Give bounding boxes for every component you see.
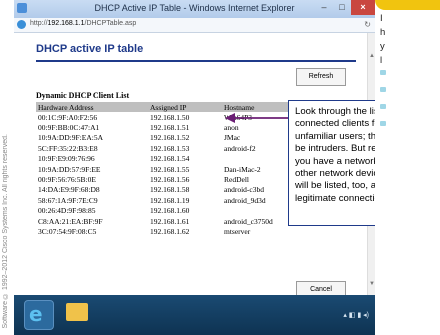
assigned-ip-cell: 192.168.1.56	[150, 175, 190, 185]
assigned-ip-cell: 192.168.1.58	[150, 185, 190, 195]
ie-icon	[17, 3, 27, 13]
ie-icon: e	[29, 302, 43, 326]
column-header: Hardware Address	[36, 102, 148, 112]
hardware-address-cell: 3C:07:54:9F:08:C5	[38, 226, 97, 236]
scroll-up-icon[interactable]: ▲	[368, 53, 375, 59]
url-path: /DHCPTable.asp	[84, 20, 137, 27]
url-prefix: http://	[30, 20, 48, 27]
address-url[interactable]: http://192.168.1.1/DHCPTable.asp	[30, 20, 136, 27]
taskbar: e ▴ ◧ ▮ ◂)	[14, 295, 375, 335]
folder-icon[interactable]	[66, 303, 88, 321]
bullet-icon	[380, 70, 386, 75]
header-divider	[36, 60, 356, 62]
assigned-ip-cell: 192.168.1.50	[150, 112, 190, 122]
sidebar-bullets	[380, 70, 386, 138]
sidebar-line: I	[380, 13, 383, 24]
sidebar-tab	[375, 0, 440, 10]
refresh-button[interactable]: Refresh	[296, 68, 346, 86]
assigned-ip-cell: 192.168.1.54	[150, 154, 190, 164]
assigned-ip-cell: 192.168.1.53	[150, 143, 190, 153]
ie-icon	[17, 20, 26, 29]
maximize-button[interactable]: □	[333, 0, 351, 15]
sidebar-line: l	[380, 55, 383, 66]
hardware-address-cell: 00:26:4D:9F:98:85	[38, 206, 96, 216]
list-title: Dynamic DHCP Client List	[36, 91, 130, 100]
sidebar-line: h	[380, 27, 386, 38]
hardware-address-cell: 14:DA:E9:9F:68:D8	[38, 185, 100, 195]
address-bar[interactable]: http://192.168.1.1/DHCPTable.asp ↻	[14, 18, 375, 33]
url-host: 192.168.1.1	[47, 20, 85, 27]
copyright-text: Software © 1992–2012 Cisco Systems Inc. …	[2, 134, 9, 329]
refresh-icon[interactable]: ↻	[364, 20, 371, 29]
scroll-down-icon[interactable]: ▼	[368, 281, 375, 287]
system-tray[interactable]: ▴ ◧ ▮ ◂)	[343, 311, 369, 319]
hardware-address-cell: 00:9F:56:76:5B:0E	[38, 175, 96, 185]
hardware-address-cell: 10:9A:DD:57:9F:EE	[38, 164, 101, 174]
hostname-cell: mtserver	[224, 226, 251, 236]
assigned-ip-cell: 192.168.1.19	[150, 195, 190, 205]
assigned-ip-cell: 192.168.1.55	[150, 164, 190, 174]
hardware-address-cell: 58:67:1A:9F:7E:C9	[38, 195, 98, 205]
hardware-address-cell: 10:9A:DD:9F:EA:5A	[38, 133, 104, 143]
assigned-ip-cell: 192.168.1.52	[150, 133, 190, 143]
sidebar-panel: I h y l	[375, 0, 440, 335]
ie-taskbar-button[interactable]: e	[24, 300, 54, 330]
assigned-ip-cell: 192.168.1.62	[150, 226, 190, 236]
table-row: 3C:07:54:9F:08:C5 192.168.1.62 mtserver	[36, 226, 356, 236]
bullet-icon	[380, 104, 386, 109]
bullet-icon	[380, 87, 386, 92]
title-bar: DHCP Active IP Table - Windows Internet …	[14, 0, 375, 18]
column-header: Assigned IP	[148, 102, 222, 112]
assigned-ip-cell: 192.168.1.51	[150, 123, 190, 133]
copyright-strip: Software © 1992–2012 Cisco Systems Inc. …	[0, 0, 14, 335]
minimize-button[interactable]: –	[315, 0, 333, 15]
window-title: DHCP Active IP Table - Windows Internet …	[94, 3, 295, 13]
hardware-address-cell: 5C:FF:35:22:B3:E8	[38, 143, 98, 153]
page-title: DHCP active IP table	[36, 43, 144, 55]
hardware-address-cell: 00:9F:BB:0C:47:A1	[38, 123, 100, 133]
close-button[interactable]: ×	[351, 0, 375, 15]
hardware-address-cell: C8:AA:21:EA:BF:9F	[38, 216, 103, 226]
assigned-ip-cell: 192.168.1.60	[150, 206, 190, 216]
sidebar-text: I h y l	[380, 12, 385, 68]
assigned-ip-cell: 192.168.1.61	[150, 216, 190, 226]
sidebar-line: y	[380, 41, 385, 52]
hardware-address-cell: 10:9F:E9:09:76:96	[38, 154, 95, 164]
arrow-icon	[225, 113, 291, 123]
bullet-icon	[380, 121, 386, 126]
hardware-address-cell: 00:1C:9F:A0:F2:56	[38, 112, 98, 122]
